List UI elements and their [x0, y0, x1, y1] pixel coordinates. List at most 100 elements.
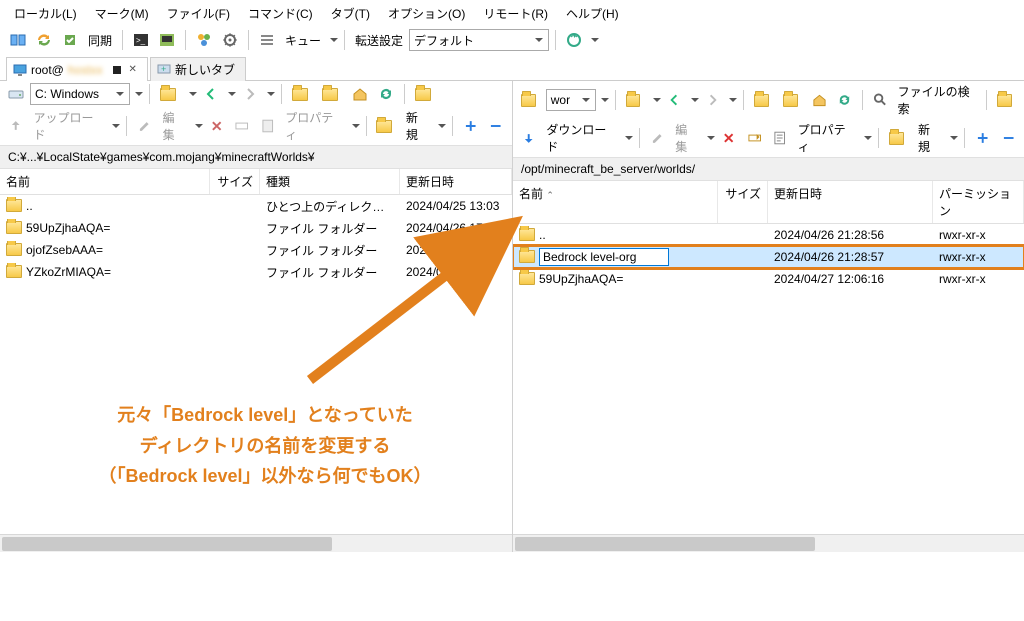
edit-caret-icon[interactable] [707, 136, 715, 144]
delete-icon[interactable] [717, 127, 740, 149]
history-caret-icon[interactable] [189, 92, 197, 100]
edit-icon[interactable] [133, 115, 156, 137]
menu-command[interactable]: コマンド(C) [240, 3, 321, 24]
menu-file[interactable]: ファイル(F) [159, 3, 238, 24]
addons-icon[interactable] [192, 29, 216, 51]
download-caret-icon[interactable] [625, 136, 633, 144]
menu-remote[interactable]: リモート(R) [475, 3, 556, 24]
back-caret-icon[interactable] [228, 92, 236, 100]
list-row-editing[interactable]: 2024/04/26 21:28:57 rwxr-xr-x [513, 246, 1024, 268]
drive-selector[interactable]: C: Windows [30, 83, 130, 105]
parent-folder-icon[interactable] [156, 83, 184, 105]
new-caret-icon[interactable] [950, 136, 958, 144]
menu-options[interactable]: オプション(O) [380, 3, 473, 24]
edit-icon[interactable] [646, 127, 669, 149]
close-tab-icon[interactable]: ✕ [129, 64, 137, 75]
plus-icon[interactable] [459, 115, 482, 137]
col-date[interactable]: 更新日時 [400, 169, 512, 194]
terminal-icon[interactable]: >_ [129, 29, 153, 51]
queue-icon[interactable] [255, 29, 279, 51]
remote-hscrollbar[interactable] [513, 534, 1024, 552]
queue-caret-icon[interactable] [330, 38, 338, 46]
col-name[interactable]: 名前 [0, 169, 210, 194]
new-label[interactable]: 新規 [402, 109, 433, 143]
preferences-icon[interactable] [218, 29, 242, 51]
new-folder-icon[interactable] [372, 115, 399, 137]
new-caret-icon[interactable] [438, 124, 446, 132]
fwd-caret-icon[interactable] [267, 92, 275, 100]
transfer-settings-dropdown[interactable]: デフォルト [409, 29, 549, 51]
find-file-icon[interactable] [869, 89, 892, 111]
root-folder-icon[interactable] [750, 89, 777, 111]
properties-icon[interactable] [768, 127, 791, 149]
download-icon[interactable] [517, 127, 540, 149]
new-folder-icon[interactable] [885, 127, 912, 149]
edit-label[interactable]: 編集 [671, 121, 702, 155]
menu-tab[interactable]: タブ(T) [323, 3, 378, 24]
forward-icon[interactable] [238, 83, 262, 105]
list-row[interactable]: YZkoZrMIAQA= ファイル フォルダー 2024/04/2 [0, 261, 512, 283]
rename-icon[interactable] [230, 115, 253, 137]
back-caret-icon[interactable] [691, 98, 699, 106]
parent-folder-icon[interactable] [622, 89, 649, 111]
local-list-header[interactable]: 名前 サイズ 種類 更新日時 [0, 169, 512, 195]
col-size[interactable]: サイズ [718, 181, 768, 223]
menu-mark[interactable]: マーク(M) [87, 3, 157, 24]
remote-dir-caret-icon[interactable] [601, 98, 609, 106]
col-date[interactable]: 更新日時 [768, 181, 933, 223]
forward-icon[interactable] [701, 89, 724, 111]
edit-label[interactable]: 編集 [159, 109, 190, 143]
sync-browse-icon[interactable] [32, 29, 56, 51]
up-folder-icon[interactable] [318, 83, 346, 105]
list-row[interactable]: .. 2024/04/26 21:28:56 rwxr-xr-x [513, 224, 1024, 246]
back-icon[interactable] [663, 89, 686, 111]
remote-path-bar[interactable]: /opt/minecraft_be_server/worlds/ [513, 157, 1024, 181]
queue-label[interactable]: キュー [281, 32, 325, 49]
new-label[interactable]: 新規 [914, 121, 945, 155]
properties-icon[interactable] [256, 115, 279, 137]
list-row[interactable]: ojofZsebAAA= ファイル フォルダー 2024/04/17 13:4 [0, 239, 512, 261]
remote-list-body[interactable]: .. 2024/04/26 21:28:56 rwxr-xr-x 2024/04… [513, 224, 1024, 534]
back-icon[interactable] [199, 83, 223, 105]
col-name[interactable]: 名前 ⌃ [513, 181, 718, 223]
sync-label[interactable]: 同期 [84, 32, 116, 49]
list-row[interactable]: .. ひとつ上のディレクトリ 2024/04/25 13:03 [0, 195, 512, 217]
history-caret-icon[interactable] [653, 98, 661, 106]
rename-icon[interactable] [743, 127, 766, 149]
col-type[interactable]: 種類 [260, 169, 400, 194]
properties-label[interactable]: プロパティ [794, 121, 859, 155]
session-tab-active[interactable]: root@hostxx ✕ [6, 57, 148, 81]
minus-icon[interactable] [997, 127, 1020, 149]
rename-input[interactable] [539, 248, 669, 266]
properties-caret-icon[interactable] [864, 136, 872, 144]
list-row[interactable]: 59UpZjhaAQA= ファイル フォルダー 2024/04/26 17:04 [0, 217, 512, 239]
edit-caret-icon[interactable] [195, 124, 203, 132]
local-hscrollbar[interactable] [0, 534, 512, 552]
menu-local[interactable]: ローカル(L) [6, 3, 85, 24]
bookmark-folder-icon[interactable] [411, 83, 439, 105]
download-label[interactable]: ダウンロード [542, 121, 619, 155]
sync-icon[interactable] [58, 29, 82, 51]
col-size[interactable]: サイズ [210, 169, 260, 194]
minus-icon[interactable] [484, 115, 507, 137]
remote-list-header[interactable]: 名前 ⌃ サイズ 更新日時 パーミッション [513, 181, 1024, 224]
fwd-caret-icon[interactable] [729, 98, 737, 106]
upload-label[interactable]: アップロード [29, 109, 107, 143]
putty-icon[interactable] [155, 29, 179, 51]
plus-icon[interactable] [971, 127, 994, 149]
refresh-icon[interactable] [833, 89, 856, 111]
refresh-icon[interactable] [374, 83, 398, 105]
keepalive-icon[interactable] [562, 29, 586, 51]
compare-icon[interactable] [6, 29, 30, 51]
menu-help[interactable]: ヘルプ(H) [558, 3, 627, 24]
drive-icon[interactable] [4, 83, 28, 105]
remote-folder-icon[interactable] [517, 89, 544, 111]
keepalive-caret-icon[interactable] [591, 38, 599, 46]
upload-icon[interactable] [4, 115, 27, 137]
list-row[interactable]: 59UpZjhaAQA= 2024/04/27 12:06:16 rwxr-xr… [513, 268, 1024, 290]
root-folder-icon[interactable] [288, 83, 316, 105]
properties-caret-icon[interactable] [352, 124, 360, 132]
new-tab-button[interactable]: + 新しいタブ [150, 57, 246, 81]
remote-dir-selector[interactable]: wor [546, 89, 596, 111]
upload-caret-icon[interactable] [112, 124, 120, 132]
